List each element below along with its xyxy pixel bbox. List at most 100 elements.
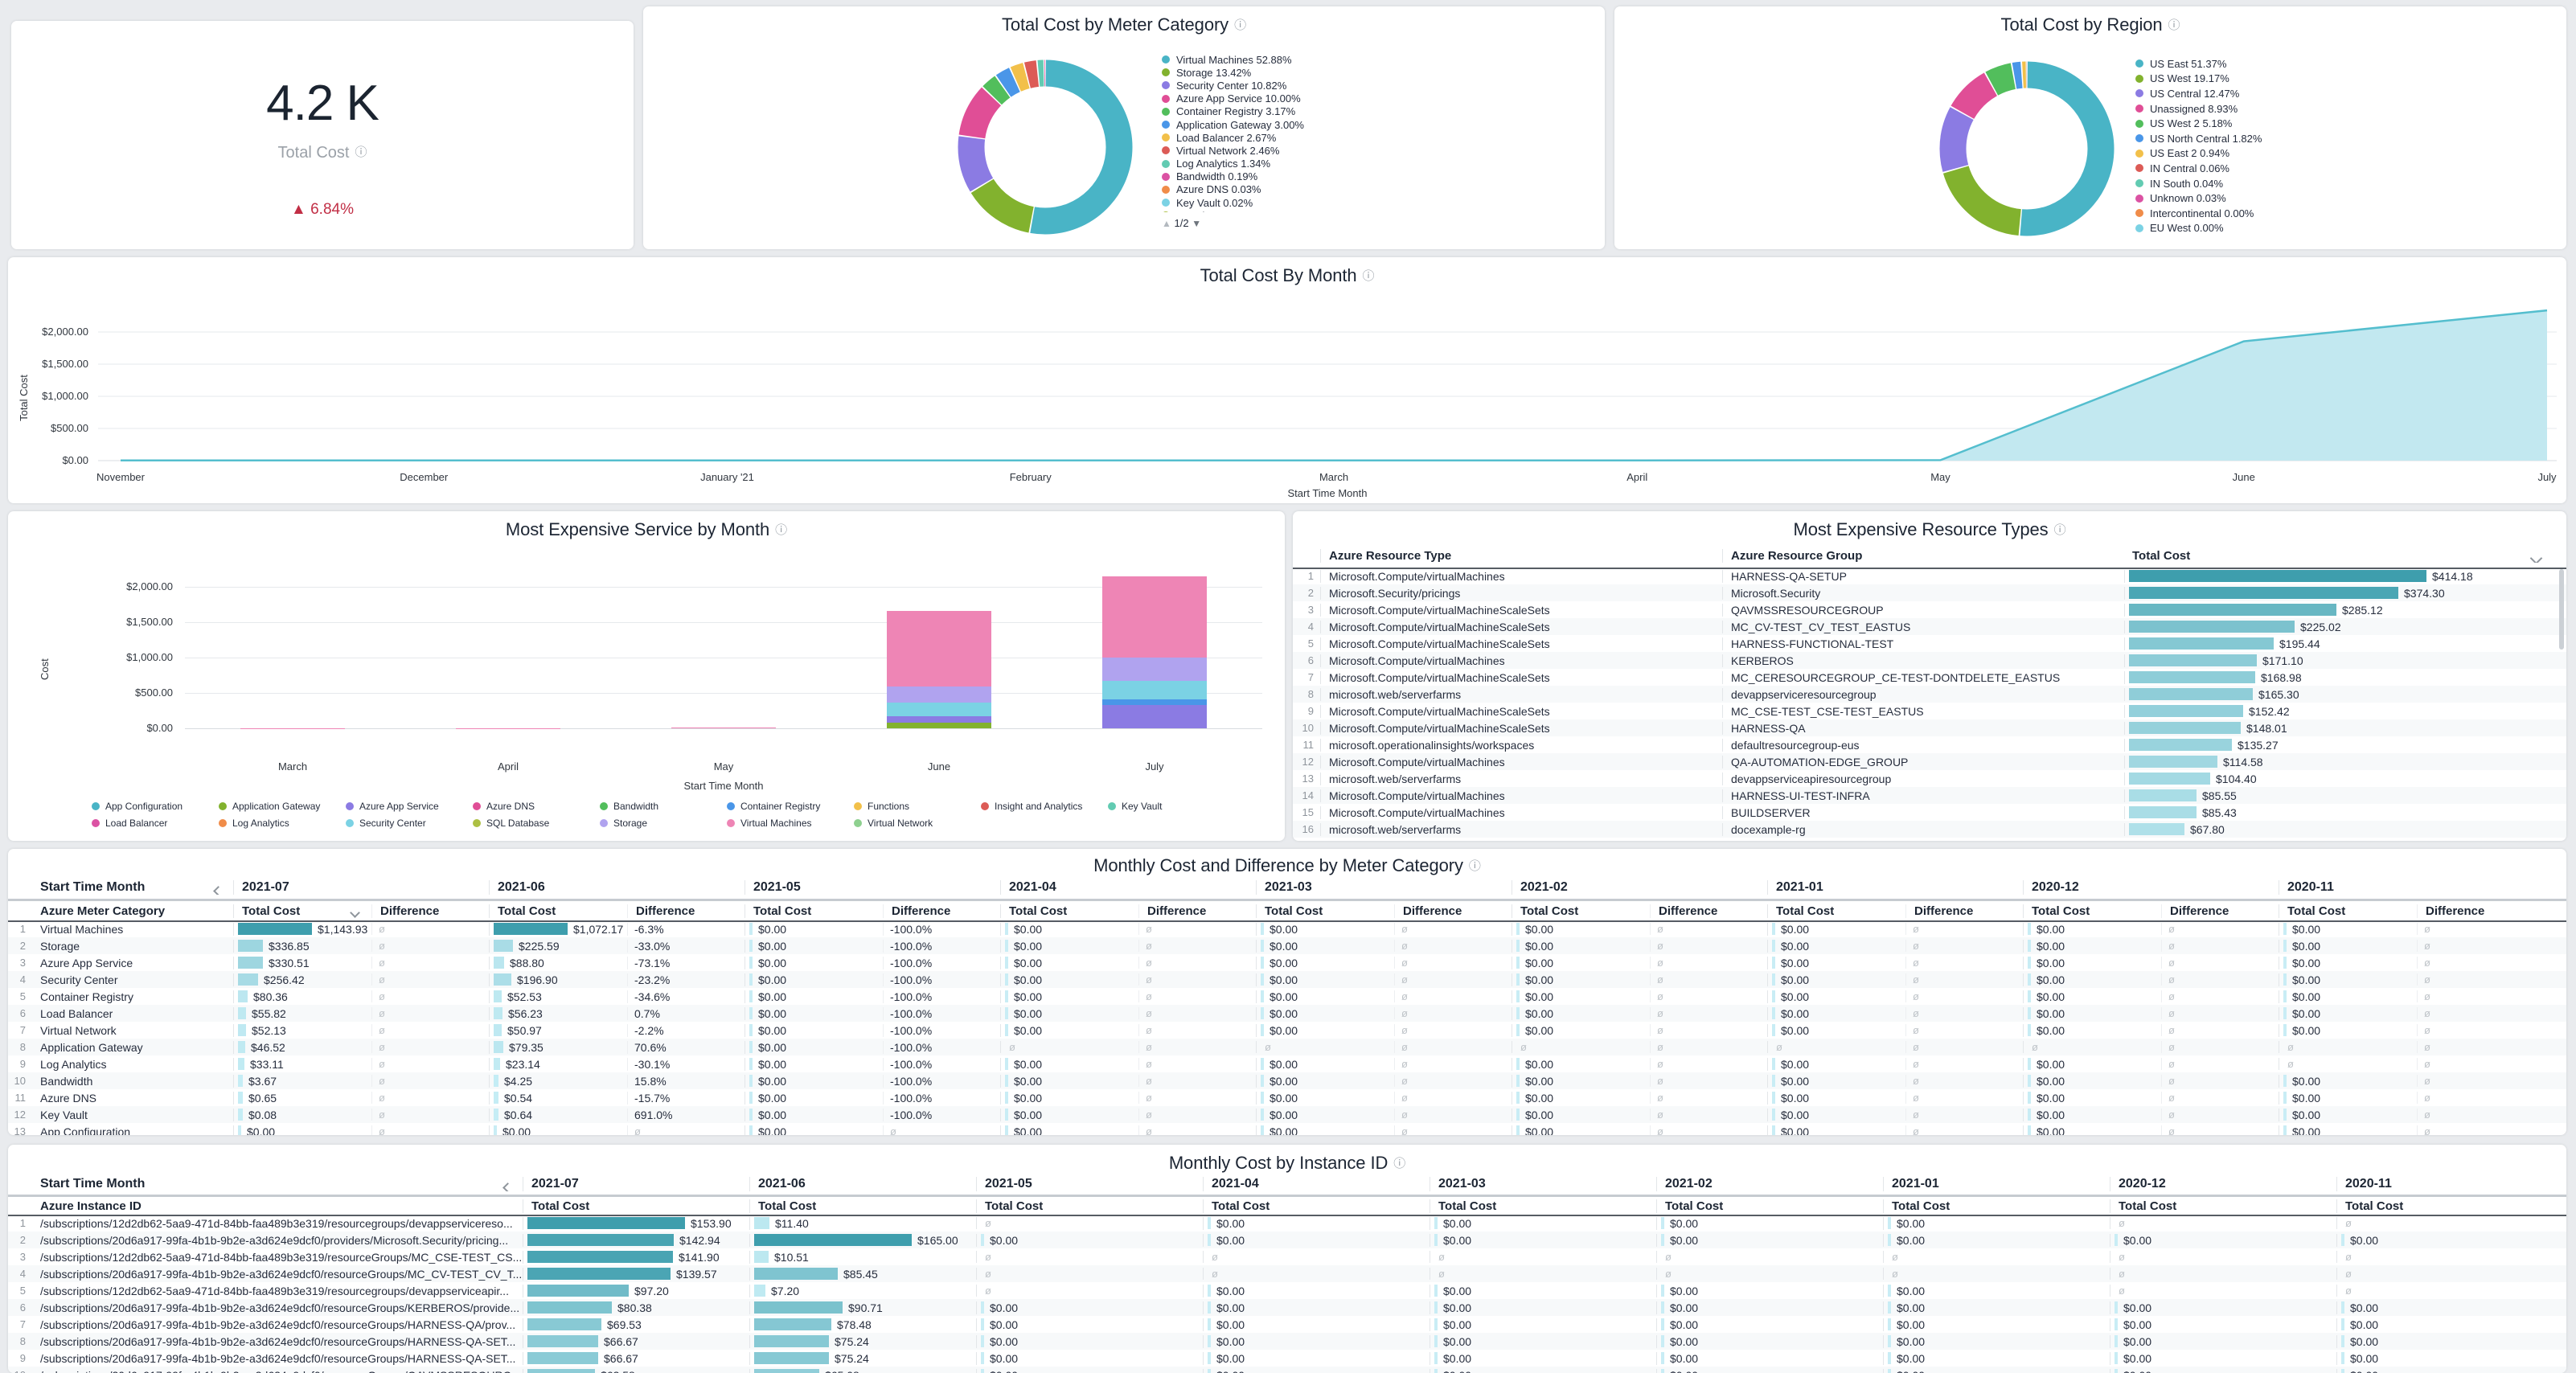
month-header[interactable]: 2021-02 — [1656, 1177, 1883, 1191]
legend-item[interactable]: IN Central 0.06% — [2135, 161, 2262, 176]
month-header[interactable]: 2020-12 — [2023, 880, 2279, 895]
month-header[interactable]: 2021-04 — [1203, 1177, 1430, 1191]
difference-header[interactable]: Difference — [883, 904, 1000, 918]
legend-item[interactable]: Virtual Network 2.46% — [1162, 144, 1304, 157]
legend-item[interactable]: Virtual Machines — [727, 818, 854, 829]
legend-item[interactable]: US West 2 5.18% — [2135, 116, 2262, 131]
total-cost-header[interactable]: Total Cost — [1767, 904, 1905, 918]
difference-header[interactable]: Difference — [627, 904, 744, 918]
legend-item[interactable]: EU West 0.00% — [2135, 221, 2262, 236]
legend-item[interactable]: US Central 12.47% — [2135, 86, 2262, 101]
month-header[interactable]: 2021-04 — [1000, 880, 1256, 895]
service-bar-chart[interactable]: $0.00$500.00$1,000.00$1,500.00$2,000.00M… — [8, 511, 1285, 841]
legend-item[interactable]: US East 2 0.94% — [2135, 146, 2262, 162]
difference-header[interactable]: Difference — [1650, 904, 1767, 918]
legend-item[interactable]: Key Vault 0.02% — [1162, 196, 1304, 209]
legend-item[interactable]: Load Balancer — [92, 818, 219, 829]
info-icon[interactable]: ⓘ — [2168, 16, 2180, 33]
sort-chevron-icon[interactable] — [2530, 551, 2543, 562]
month-header[interactable]: 2021-06 — [749, 1177, 976, 1191]
info-icon[interactable]: ⓘ — [1469, 857, 1481, 874]
legend-item[interactable]: Bandwidth — [600, 801, 727, 812]
column-header-azure-resource-group[interactable]: Azure Resource Group — [1722, 549, 2124, 563]
legend-item[interactable]: Functions 0.00% — [1162, 209, 1304, 212]
total-cost-header[interactable]: Total Cost — [2279, 904, 2417, 918]
month-header[interactable]: 2021-03 — [1256, 880, 1512, 895]
total-cost-header[interactable]: Total Cost — [1256, 904, 1394, 918]
month-header[interactable]: 2021-01 — [1883, 1177, 2110, 1191]
scroll-left-icon[interactable] — [502, 1182, 513, 1191]
page-up-icon[interactable]: ▲ — [1162, 218, 1171, 229]
legend-item[interactable]: Azure App Service 10.00% — [1162, 92, 1304, 105]
legend-item[interactable]: IN South 0.04% — [2135, 176, 2262, 191]
row-dimension-header[interactable]: Azure Meter Category — [8, 904, 233, 918]
total-cost-header[interactable]: Total Cost — [1883, 1199, 2110, 1213]
legend-item[interactable]: US East 51.37% — [2135, 56, 2262, 72]
month-header[interactable]: 2021-05 — [744, 880, 1000, 895]
legend-item[interactable]: Unassigned 8.93% — [2135, 101, 2262, 117]
month-header[interactable]: 2021-02 — [1512, 880, 1767, 895]
month-header[interactable]: 2021-01 — [1767, 880, 2023, 895]
month-header[interactable]: 2021-06 — [489, 880, 744, 895]
legend-item[interactable]: Azure App Service — [346, 801, 473, 812]
month-header[interactable]: 2020-12 — [2110, 1177, 2336, 1191]
legend-item[interactable]: Azure DNS 0.03% — [1162, 183, 1304, 196]
legend-item[interactable]: Storage — [600, 818, 727, 829]
total-cost-header[interactable]: Total Cost — [2023, 904, 2161, 918]
legend-item[interactable]: US North Central 1.82% — [2135, 131, 2262, 146]
legend-item[interactable]: Functions — [854, 801, 981, 812]
month-header[interactable]: 2021-07 — [233, 880, 489, 895]
month-header[interactable]: 2020-11 — [2279, 880, 2534, 895]
info-icon[interactable]: ⓘ — [355, 143, 367, 160]
total-cost-header[interactable]: Total Cost — [1000, 904, 1138, 918]
column-header-azure-resource-type[interactable]: Azure Resource Type — [1320, 549, 1722, 563]
info-icon[interactable]: ⓘ — [1234, 16, 1246, 33]
legend-item[interactable]: Insight and Analytics — [981, 801, 1108, 812]
difference-header[interactable]: Difference — [2161, 904, 2279, 918]
difference-header[interactable]: Difference — [371, 904, 489, 918]
bar-segment-azure-app-service[interactable] — [1102, 705, 1207, 728]
legend-item[interactable]: Log Analytics 1.34% — [1162, 158, 1304, 170]
month-header[interactable]: 2021-07 — [523, 1177, 749, 1191]
legend-item[interactable]: Virtual Network — [854, 818, 981, 829]
sort-chevron-icon[interactable] — [350, 908, 360, 918]
meter-category-donut[interactable] — [953, 55, 1138, 240]
legend-item[interactable]: Log Analytics — [219, 818, 346, 829]
total-cost-header[interactable]: Total Cost — [2110, 1199, 2336, 1213]
month-header[interactable]: 2021-05 — [976, 1177, 1203, 1191]
total-cost-header[interactable]: Total Cost — [744, 904, 883, 918]
bar-segment-storage[interactable] — [1102, 658, 1207, 682]
total-cost-header[interactable]: Total Cost — [489, 904, 627, 918]
total-cost-header[interactable]: Total Cost — [1430, 1199, 1656, 1213]
bar-segment-virtual-machines[interactable] — [671, 727, 776, 728]
scroll-left-icon[interactable] — [213, 886, 224, 895]
difference-header[interactable]: Difference — [1905, 904, 2023, 918]
legend-item[interactable]: Key Vault — [1108, 801, 1235, 812]
bar-segment-virtual-machines[interactable] — [1102, 576, 1207, 658]
legend-item[interactable]: App Configuration — [92, 801, 219, 812]
bar-segment-container-registry[interactable] — [1102, 699, 1207, 705]
total-cost-header[interactable]: Total Cost — [976, 1199, 1203, 1213]
legend-item[interactable]: Security Center 10.82% — [1162, 79, 1304, 92]
column-header-total-cost[interactable]: Total Cost — [2124, 549, 2562, 563]
region-donut[interactable] — [1934, 56, 2119, 241]
total-cost-header[interactable]: Total Cost — [523, 1199, 749, 1213]
legend-item[interactable]: Bandwidth 0.19% — [1162, 170, 1304, 183]
legend-item[interactable]: Storage 13.42% — [1162, 66, 1304, 79]
legend-item[interactable]: Application Gateway 3.00% — [1162, 118, 1304, 131]
legend-item[interactable]: Intercontinental 0.00% — [2135, 206, 2262, 221]
total-cost-header[interactable]: Total Cost — [1203, 1199, 1430, 1213]
bar-segment-azure-app-service[interactable] — [887, 716, 991, 723]
legend-item[interactable]: SQL Database — [473, 818, 600, 829]
month-header[interactable]: 2020-11 — [2336, 1177, 2563, 1191]
total-cost-header[interactable]: Total Cost — [233, 904, 371, 918]
legend-item[interactable]: Load Balancer 2.67% — [1162, 131, 1304, 144]
bar-segment-virtual-machines[interactable] — [887, 611, 991, 686]
bar-segment-storage[interactable] — [887, 686, 991, 703]
bar-segment-security-center[interactable] — [1102, 681, 1207, 699]
legend-item[interactable]: Container Registry — [727, 801, 854, 812]
difference-header[interactable]: Difference — [1138, 904, 1256, 918]
legend-item[interactable]: Unknown 0.03% — [2135, 191, 2262, 206]
legend-item[interactable]: Security Center — [346, 818, 473, 829]
legend-item[interactable]: Virtual Machines 52.88% — [1162, 53, 1304, 66]
